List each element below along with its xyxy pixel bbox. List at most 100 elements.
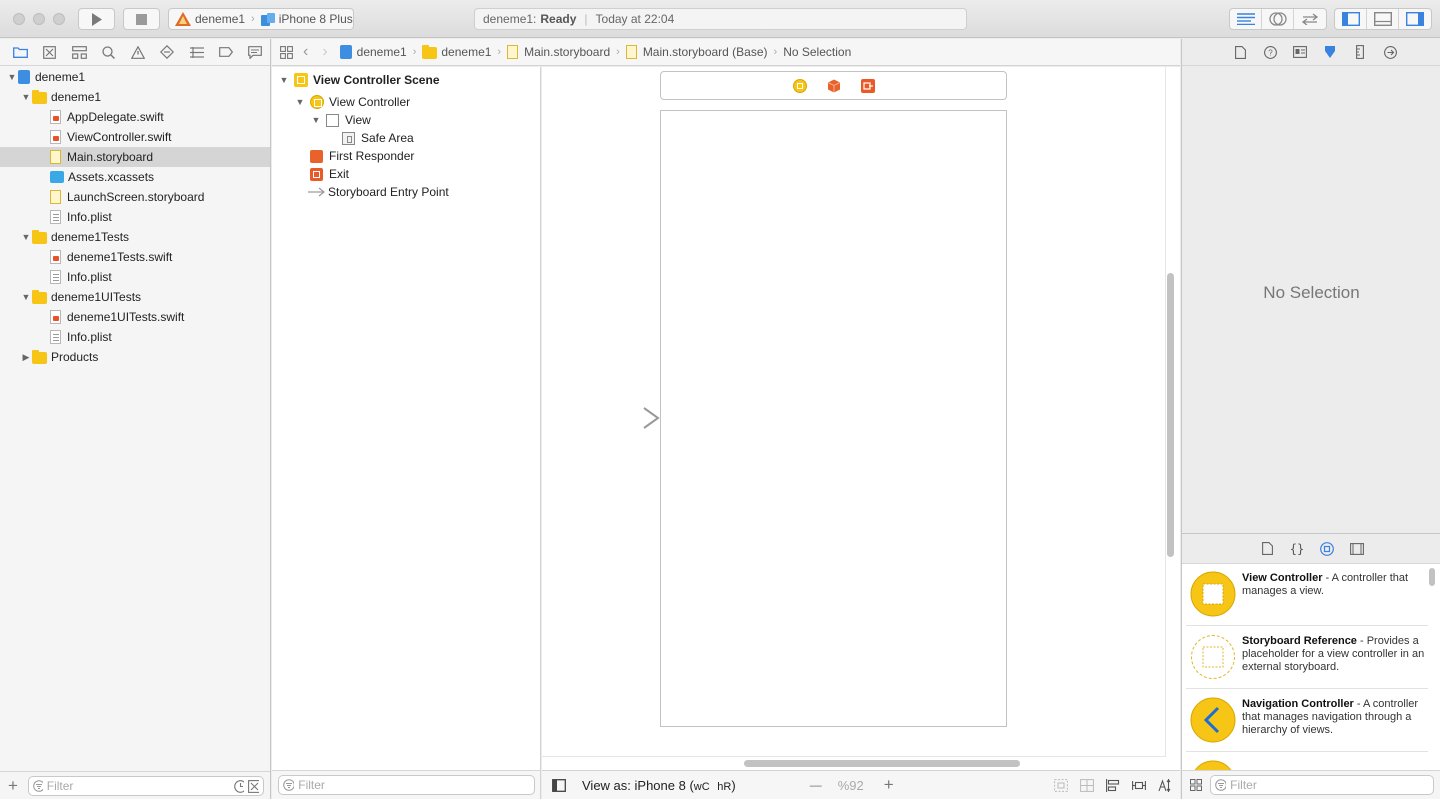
crumb-file[interactable]: Main.storyboard — [507, 45, 610, 59]
scm-filter-icon[interactable] — [248, 779, 260, 793]
embed-in-icon[interactable] — [1054, 778, 1068, 792]
crumb-selection[interactable]: No Selection — [783, 45, 851, 59]
outline-exit-row[interactable]: Exit — [310, 165, 349, 183]
attributes-inspector-icon[interactable] — [1315, 42, 1345, 62]
tree-item[interactable]: Assets.xcassets — [0, 167, 270, 187]
horizontal-scrollbar[interactable] — [744, 760, 1020, 767]
help-icon[interactable]: ? — [1255, 42, 1285, 62]
tree-item[interactable]: deneme1Tests.swift — [0, 247, 270, 267]
add-icon[interactable]: + — [8, 776, 18, 796]
disclosure-closed-icon[interactable]: ▶ — [20, 352, 32, 363]
toggle-utilities-button[interactable] — [1399, 9, 1431, 29]
disclosure-open-icon[interactable]: ▼ — [20, 232, 32, 242]
identity-inspector-icon[interactable] — [1285, 42, 1315, 62]
outline-safe-area-row[interactable]: Safe Area — [342, 129, 414, 147]
device-name[interactable]: iPhone 8 Plus — [279, 12, 353, 26]
source-control-icon[interactable] — [35, 42, 64, 62]
stop-button[interactable] — [123, 8, 160, 30]
tree-item[interactable]: ▶ Products — [0, 347, 270, 367]
add-constraints-icon[interactable] — [1132, 779, 1146, 792]
media-library-icon[interactable] — [1342, 539, 1372, 559]
library-item-storyboard-reference[interactable]: Storyboard Reference - Provides a placeh… — [1186, 627, 1428, 689]
zoom-out-button[interactable]: — — [810, 778, 822, 792]
object-library-icon[interactable] — [1312, 539, 1342, 559]
tree-item[interactable]: LaunchScreen.storyboard — [0, 187, 270, 207]
disclosure-open-icon[interactable]: ▼ — [310, 115, 322, 125]
disclosure-open-icon[interactable]: ▼ — [20, 292, 32, 302]
tree-item[interactable]: Info.plist — [0, 327, 270, 347]
report-icon[interactable] — [241, 42, 270, 62]
search-icon[interactable] — [94, 42, 123, 62]
entry-point-arrow-icon[interactable] — [570, 407, 662, 429]
toggle-navigator-button[interactable] — [1335, 9, 1367, 29]
test-icon[interactable] — [153, 42, 182, 62]
outline-scene-row[interactable]: ▼ View Controller Scene — [278, 71, 440, 89]
library-item-navigation-controller[interactable]: Navigation Controller - A controller tha… — [1186, 690, 1428, 752]
align-icon[interactable] — [1106, 778, 1120, 792]
disclosure-open-icon[interactable]: ▼ — [294, 97, 306, 107]
outline-filter-input[interactable] — [298, 778, 534, 792]
assistant-editor-button[interactable] — [1262, 9, 1294, 29]
connections-inspector-icon[interactable] — [1375, 42, 1405, 62]
tree-item[interactable]: ▼ deneme1UITests — [0, 287, 270, 307]
navigator-filter[interactable] — [28, 776, 264, 796]
outline-filter[interactable] — [278, 775, 535, 795]
tree-item[interactable]: Main.storyboard — [0, 147, 270, 167]
tree-item[interactable]: ▼ deneme1Tests — [0, 227, 270, 247]
outline-first-responder-row[interactable]: First Responder — [310, 147, 414, 165]
view-controller-canvas[interactable] — [660, 110, 1007, 727]
tree-item[interactable]: AppDelegate.swift — [0, 107, 270, 127]
update-frames-icon[interactable] — [1080, 778, 1094, 792]
tree-item[interactable]: deneme1UITests.swift — [0, 307, 270, 327]
crumb-group[interactable]: deneme1 — [422, 45, 491, 59]
exit-icon[interactable] — [861, 79, 875, 93]
breakpoint-icon[interactable] — [211, 42, 240, 62]
scheme-name[interactable]: deneme1 — [195, 12, 245, 26]
zoom-in-button[interactable]: + — [884, 775, 894, 795]
library-item-partial[interactable] — [1186, 753, 1428, 771]
file-template-icon[interactable] — [1252, 539, 1282, 559]
back-icon[interactable]: ‹ — [303, 43, 308, 61]
folder-icon[interactable] — [6, 42, 35, 62]
resolve-issues-icon[interactable] — [1158, 778, 1172, 792]
first-responder-icon[interactable] — [827, 79, 841, 93]
close-window-button[interactable] — [13, 13, 25, 25]
tree-item[interactable]: Info.plist — [0, 207, 270, 227]
code-snippet-icon[interactable]: {} — [1282, 539, 1312, 559]
outline-view-row[interactable]: ▼ View — [310, 111, 371, 129]
hierarchy-icon[interactable] — [65, 42, 94, 62]
disclosure-open-icon[interactable]: ▼ — [278, 75, 290, 85]
warning-icon[interactable] — [123, 42, 152, 62]
version-editor-button[interactable] — [1294, 9, 1326, 29]
view-controller-icon[interactable] — [793, 79, 807, 93]
zoom-window-button[interactable] — [53, 13, 65, 25]
tree-item[interactable]: ▼ deneme1 — [0, 87, 270, 107]
tree-item[interactable]: ViewController.swift — [0, 127, 270, 147]
crumb-localization[interactable]: Main.storyboard (Base) — [625, 45, 768, 59]
view-as-button[interactable]: View as: iPhone 8 (wC hR) — [582, 778, 736, 793]
library-item-view-controller[interactable]: View Controller - A controller that mana… — [1186, 564, 1428, 626]
file-inspector-icon[interactable] — [1225, 42, 1255, 62]
related-items-icon[interactable] — [280, 45, 293, 59]
grid-view-icon[interactable] — [1190, 779, 1202, 791]
recent-files-icon[interactable] — [234, 779, 245, 793]
outline-view-controller-row[interactable]: ▼ View Controller — [294, 93, 410, 111]
library-scrollbar[interactable] — [1429, 568, 1435, 586]
minimize-window-button[interactable] — [33, 13, 45, 25]
library-filter[interactable] — [1210, 775, 1434, 795]
storyboard-canvas[interactable] — [542, 67, 1180, 770]
disclosure-open-icon[interactable]: ▼ — [20, 92, 32, 102]
debug-icon[interactable] — [182, 42, 211, 62]
crumb-project[interactable]: deneme1 — [339, 45, 407, 59]
vertical-scrollbar[interactable] — [1167, 273, 1174, 557]
library-filter-input[interactable] — [1230, 778, 1433, 792]
standard-editor-button[interactable] — [1230, 9, 1262, 29]
outline-entry-point-row[interactable]: Storyboard Entry Point — [308, 183, 449, 201]
tree-item[interactable]: Info.plist — [0, 267, 270, 287]
forward-icon[interactable]: › — [322, 43, 327, 61]
outline-toggle-icon[interactable] — [552, 778, 566, 792]
scheme-selector[interactable]: deneme1 › iPhone 8 Plus — [168, 8, 354, 30]
toggle-debug-area-button[interactable] — [1367, 9, 1399, 29]
run-button[interactable] — [78, 8, 115, 30]
size-inspector-icon[interactable] — [1345, 42, 1375, 62]
